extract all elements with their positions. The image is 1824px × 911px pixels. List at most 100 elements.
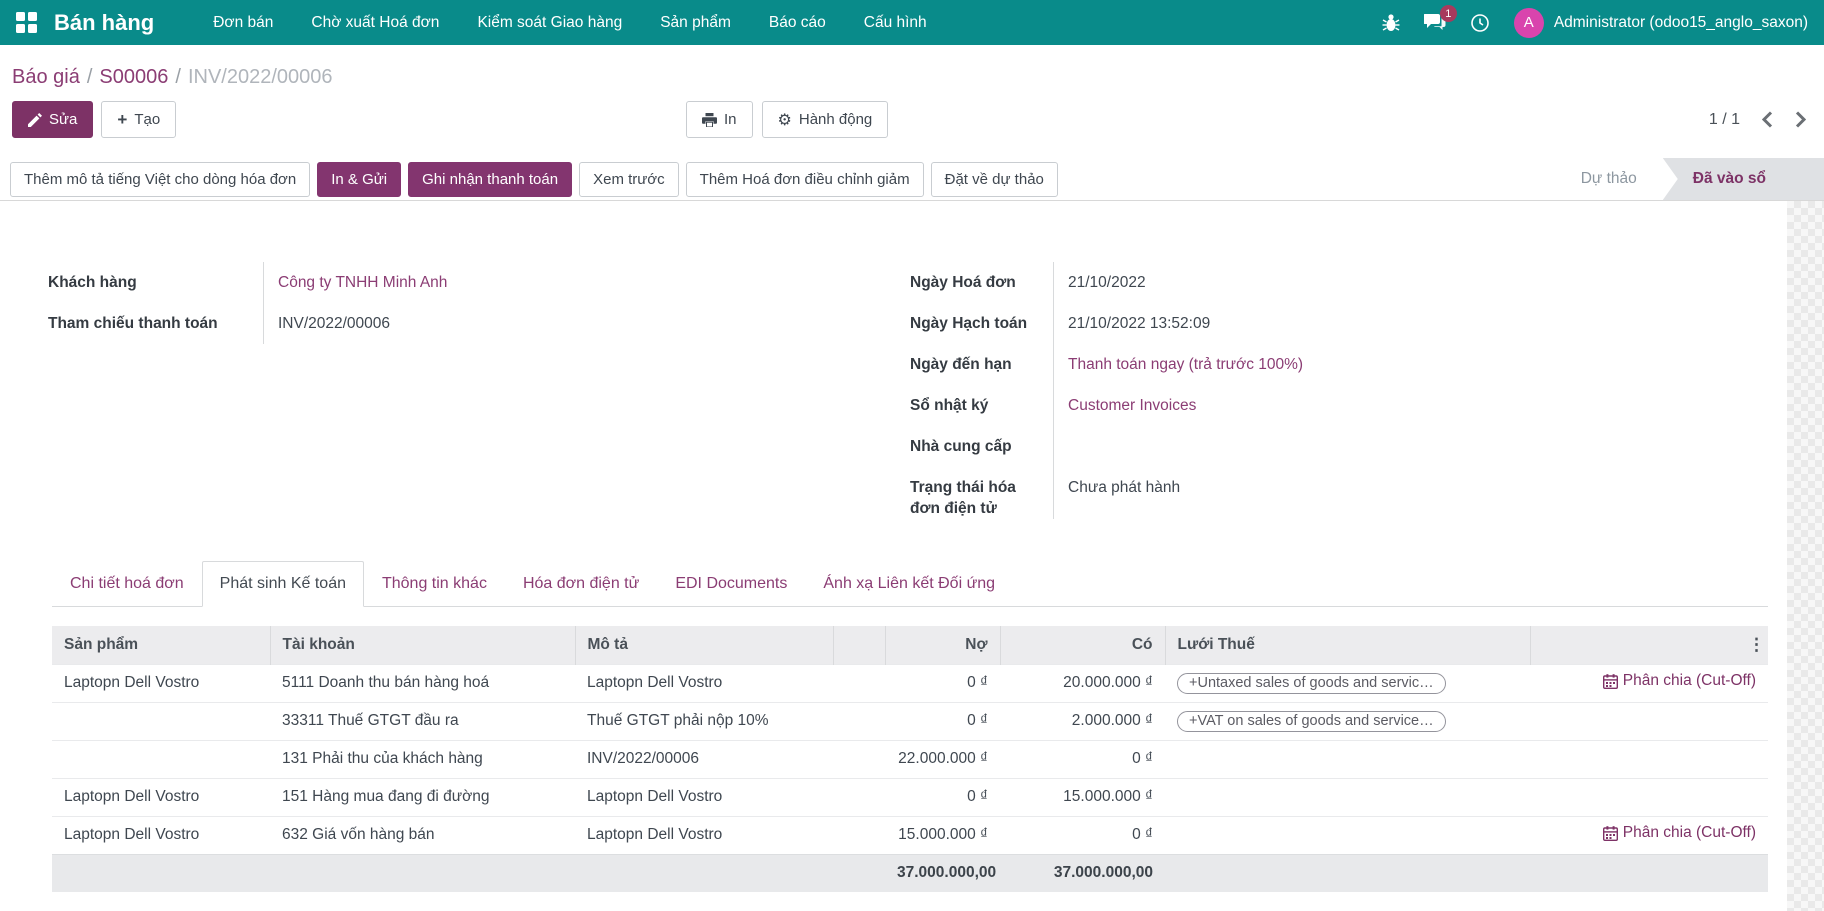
preview-button[interactable]: Xem trước — [579, 162, 679, 197]
add-vietnamese-description-button[interactable]: Thêm mô tả tiếng Việt cho dòng hóa đơn — [10, 162, 310, 197]
activity-clock-icon[interactable] — [1470, 13, 1490, 33]
tab-partner-mapping[interactable]: Ánh xạ Liên kết Đối ứng — [805, 561, 1013, 607]
tax-grid-tag: +VAT on sales of goods and service… — [1177, 711, 1446, 732]
menu-cau-hinh[interactable]: Cấu hình — [845, 0, 946, 45]
form-group-right: Ngày Hoá đơn 21/10/2022 Ngày Hạch toán 2… — [907, 262, 1523, 519]
user-avatar[interactable]: A — [1514, 8, 1544, 38]
table-row[interactable]: Laptopn Dell Vostro 632 Giá vốn hàng bán… — [52, 816, 1768, 854]
user-menu[interactable]: A Administrator (odoo15_anglo_saxon) — [1514, 8, 1808, 38]
document-buttons: In ⚙ Hành động — [686, 101, 888, 138]
cell-credit: 20.000.000 ₫ — [1000, 664, 1165, 702]
customer-link[interactable]: Công ty TNHH Minh Anh — [278, 274, 447, 291]
tab-edi-documents[interactable]: EDI Documents — [657, 561, 805, 607]
cell-product — [52, 702, 270, 740]
right-transparency-strip — [1787, 201, 1824, 911]
table-row[interactable]: 33311 Thuế GTGT đầu ra Thuế GTGT phải nộ… — [52, 702, 1768, 740]
messages-chat-icon[interactable]: 1 — [1424, 13, 1446, 32]
tab-other-info[interactable]: Thông tin khác — [364, 561, 505, 607]
cell-credit: 2.000.000 ₫ — [1000, 702, 1165, 740]
col-header-credit[interactable]: Có — [1000, 626, 1165, 664]
cell-description: Thuế GTGT phải nộp 10% — [575, 702, 833, 740]
state-posted[interactable]: Đã vào sổ — [1663, 158, 1824, 200]
cell-debit: 0 ₫ — [885, 778, 1000, 816]
col-header-product[interactable]: Sản phẩm — [52, 626, 270, 664]
cell-account: 632 Giá vốn hàng bán — [270, 816, 575, 854]
cell-product — [52, 740, 270, 778]
register-payment-button[interactable]: Ghi nhận thanh toán — [408, 162, 572, 197]
print-and-send-button[interactable]: In & Gửi — [317, 162, 401, 197]
form-group-left: Khách hàng Công ty TNHH Minh Anh Tham ch… — [45, 262, 823, 344]
pencil-icon — [28, 113, 42, 127]
field-value-invoice-date: 21/10/2022 — [1053, 262, 1523, 303]
create-button[interactable]: + Tạo — [101, 101, 176, 138]
add-credit-note-button[interactable]: Thêm Hoá đơn điều chỉnh giảm — [686, 162, 924, 197]
cell-debit: 0 ₫ — [885, 664, 1000, 702]
breadcrumb-link-s00006[interactable]: S00006 — [99, 66, 168, 88]
breadcrumb-current: INV/2022/00006 — [188, 66, 333, 88]
table-row[interactable]: Laptopn Dell Vostro 5111 Doanh thu bán h… — [52, 664, 1768, 702]
menu-kiem-soat-giao-hang[interactable]: Kiểm soát Giao hàng — [458, 0, 641, 45]
field-value-journal: Customer Invoices — [1053, 385, 1523, 426]
cell-debit: 15.000.000 ₫ — [885, 816, 1000, 854]
top-navbar: Bán hàng Đơn bán Chờ xuất Hoá đơn Kiểm s… — [0, 0, 1824, 45]
user-name: Administrator (odoo15_anglo_saxon) — [1554, 14, 1808, 32]
tax-grid-tag: +Untaxed sales of goods and servic… — [1177, 673, 1446, 694]
cell-description: Laptopn Dell Vostro — [575, 664, 833, 702]
col-header-tax-grid[interactable]: Lưới Thuế — [1165, 626, 1530, 664]
col-header-account[interactable]: Tài khoản — [270, 626, 575, 664]
field-label-journal: Sổ nhật ký — [907, 385, 1053, 426]
journal-items-table: Sản phẩm Tài khoản Mô tả Nợ Có Lưới Thuế… — [52, 626, 1768, 892]
breadcrumb: Báo giá/S00006/INV/2022/00006 — [12, 66, 333, 89]
field-value-einvoice-status: Chưa phát hành — [1053, 467, 1523, 519]
payment-terms-link[interactable]: Thanh toán ngay (trả trước 100%) — [1068, 356, 1303, 373]
pager-value[interactable]: 1 / 1 — [1709, 111, 1740, 129]
menu-don-ban[interactable]: Đơn bán — [194, 0, 292, 45]
optional-columns-vertical-ellipsis-icon[interactable]: ⋮ — [1748, 626, 1765, 664]
calendar-icon — [1603, 826, 1618, 841]
pager-prev-chevron-left-icon[interactable] — [1762, 111, 1773, 128]
field-value-due-date: Thanh toán ngay (trả trước 100%) — [1053, 344, 1523, 385]
cell-debit: 0 ₫ — [885, 702, 1000, 740]
field-label-customer: Khách hàng — [45, 262, 263, 303]
breadcrumb-link-bao-gia[interactable]: Báo giá — [12, 66, 80, 88]
menu-cho-xuat-hoa-don[interactable]: Chờ xuất Hoá đơn — [292, 0, 458, 45]
statusbar-buttons: Thêm mô tả tiếng Việt cho dòng hóa đơn I… — [0, 162, 1058, 197]
action-button[interactable]: ⚙ Hành động — [762, 101, 889, 138]
field-value-accounting-date: 21/10/2022 13:52:09 — [1053, 303, 1523, 344]
apps-grid-icon[interactable] — [16, 12, 38, 34]
tab-journal-items[interactable]: Phát sinh Kế toán — [202, 561, 364, 607]
field-value-vendor — [1053, 426, 1523, 467]
tab-einvoice[interactable]: Hóa đơn điện tử — [505, 561, 657, 607]
print-button[interactable]: In — [686, 101, 753, 138]
debit-total: 37.000.000,00 — [885, 854, 1000, 892]
cell-credit: 15.000.000 ₫ — [1000, 778, 1165, 816]
app-title[interactable]: Bán hàng — [54, 10, 154, 36]
menu-san-pham[interactable]: Sản phẩm — [641, 0, 750, 45]
breadcrumb-separator: / — [87, 66, 93, 88]
menu-bao-cao[interactable]: Báo cáo — [750, 0, 845, 45]
notebook-tabs: Chi tiết hoá đơn Phát sinh Kế toán Thông… — [52, 558, 1768, 607]
cell-description: Laptopn Dell Vostro — [575, 816, 833, 854]
col-header-description[interactable]: Mô tả — [575, 626, 833, 664]
odoo-window: Bán hàng Đơn bán Chờ xuất Hoá đơn Kiểm s… — [0, 0, 1824, 911]
cutoff-link[interactable]: Phân chia (Cut-Off) — [1603, 824, 1756, 842]
debug-bug-icon[interactable] — [1382, 13, 1400, 33]
table-row[interactable]: 131 Phải thu của khách hàng INV/2022/000… — [52, 740, 1768, 778]
pager-next-chevron-right-icon[interactable] — [1795, 111, 1806, 128]
cell-debit: 22.000.000 ₫ — [885, 740, 1000, 778]
reset-to-draft-button[interactable]: Đặt về dự thảo — [931, 162, 1058, 197]
state-draft[interactable]: Dự thảo — [1569, 158, 1663, 200]
tab-invoice-lines[interactable]: Chi tiết hoá đơn — [52, 561, 202, 607]
col-header-debit[interactable]: Nợ — [885, 626, 1000, 664]
printer-icon — [702, 113, 717, 127]
field-label-payment-reference: Tham chiếu thanh toán — [45, 303, 263, 344]
edit-button[interactable]: Sửa — [12, 101, 93, 138]
messages-badge: 1 — [1440, 5, 1457, 22]
cell-description: Laptopn Dell Vostro — [575, 778, 833, 816]
journal-link[interactable]: Customer Invoices — [1068, 397, 1196, 414]
systray: 1 A Administrator (odoo15_anglo_saxon) — [1382, 8, 1824, 38]
table-row[interactable]: Laptopn Dell Vostro 151 Hàng mua đang đi… — [52, 778, 1768, 816]
plus-icon: + — [117, 110, 127, 130]
field-value-customer: Công ty TNHH Minh Anh — [263, 262, 823, 303]
cutoff-link[interactable]: Phân chia (Cut-Off) — [1603, 672, 1756, 690]
